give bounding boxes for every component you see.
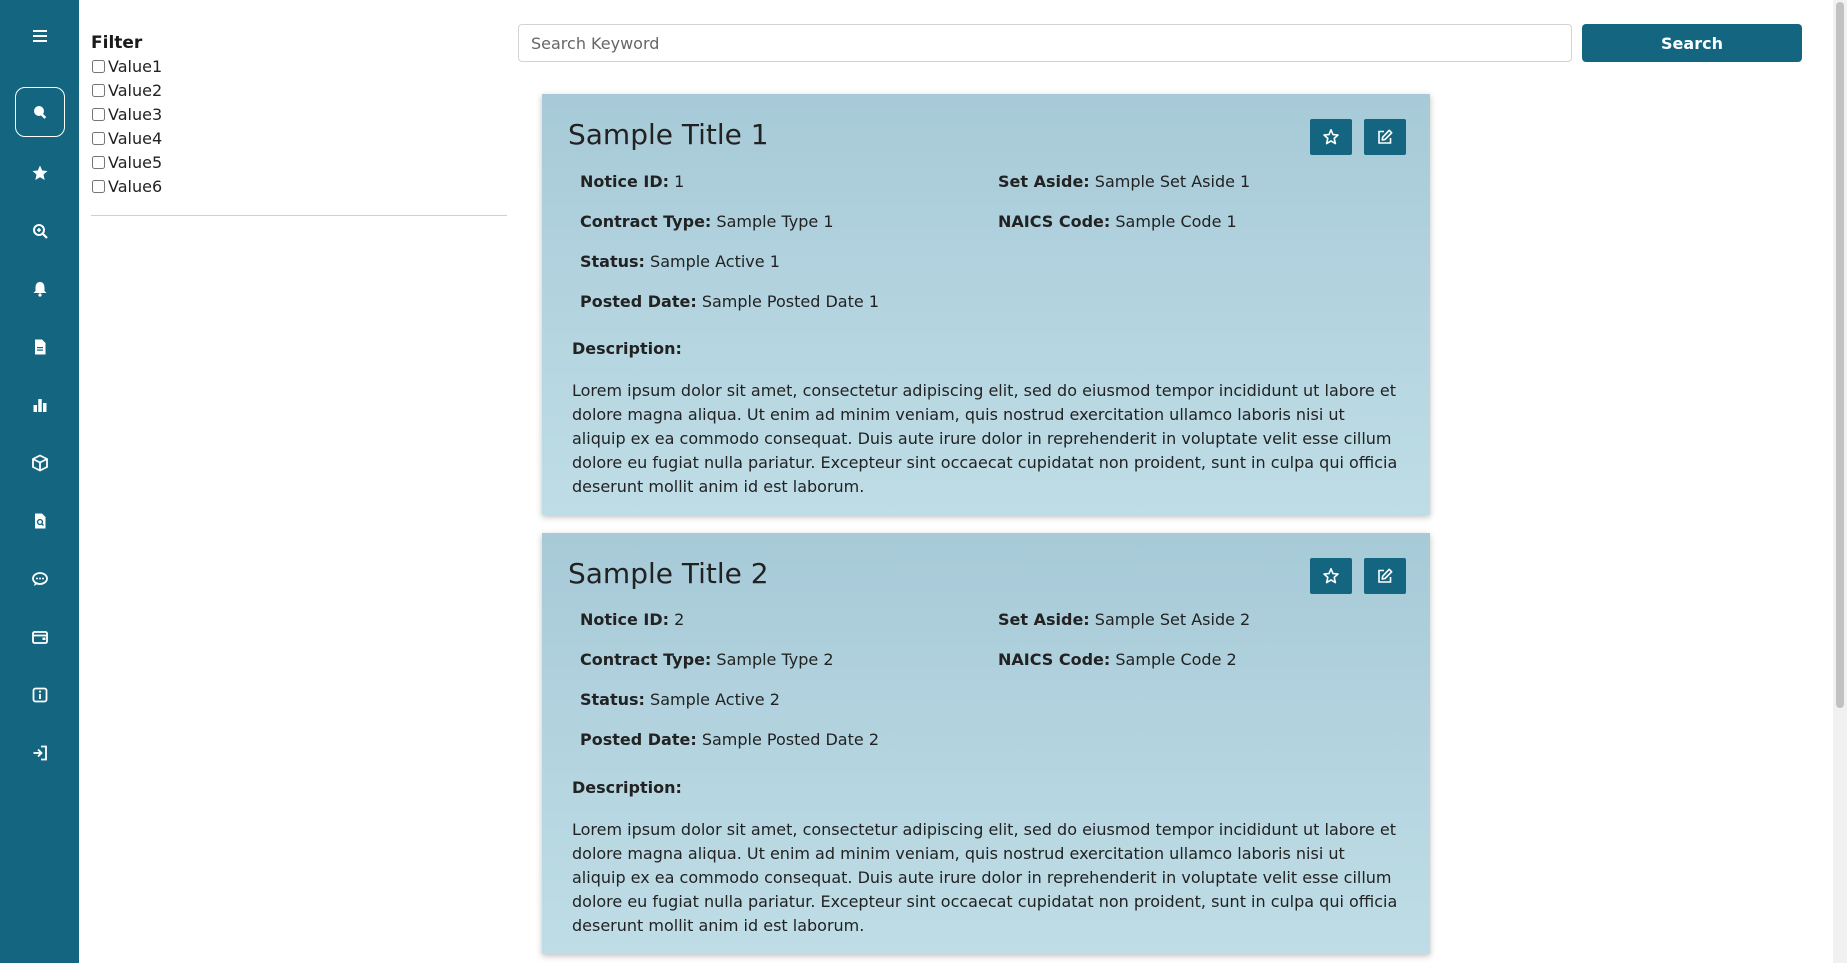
field-value: Sample Set Aside 1 [1094, 172, 1251, 191]
status-field: Status: Sample Active 2 [580, 690, 780, 709]
set-aside-field: Set Aside: Sample Set Aside 2 [998, 610, 1250, 629]
filter-divider [91, 215, 507, 216]
filter-checkbox[interactable] [92, 59, 105, 73]
edit-icon [1378, 568, 1393, 583]
field-value: Sample Type 1 [716, 212, 834, 231]
filter-option-value3[interactable]: Value3 [91, 102, 507, 126]
favorite-button[interactable] [1310, 119, 1352, 155]
field-label: Contract Type: [580, 650, 712, 669]
filter-option-value4[interactable]: Value4 [91, 126, 507, 150]
document-icon[interactable] [15, 322, 65, 372]
field-value: Sample Code 1 [1115, 212, 1237, 231]
card-title: Sample Title 2 [568, 557, 769, 590]
filter-checkbox[interactable] [92, 83, 105, 97]
favorite-button[interactable] [1310, 558, 1352, 594]
filter-option-value6[interactable]: Value6 [91, 174, 507, 198]
sidebar [0, 0, 79, 963]
search-plus-icon[interactable] [15, 206, 65, 256]
field-label: Contract Type: [580, 212, 712, 231]
filter-checkbox[interactable] [92, 179, 105, 193]
filter-option-value1[interactable]: Value1 [91, 54, 507, 78]
chat-icon[interactable] [15, 554, 65, 604]
description-label: Description: [572, 778, 682, 797]
field-label: Set Aside: [998, 610, 1090, 629]
field-value: Sample Posted Date 2 [701, 730, 879, 749]
description-label: Description: [572, 339, 682, 358]
wallet-icon[interactable] [15, 612, 65, 662]
field-label: Set Aside: [998, 172, 1090, 191]
filter-panel: Filter Value1 Value2 Value3 Value4 Value… [91, 32, 507, 198]
bell-icon[interactable] [15, 264, 65, 314]
search-button[interactable]: Search [1582, 24, 1802, 62]
field-label: NAICS Code: [998, 650, 1111, 669]
card-title: Sample Title 1 [568, 118, 769, 151]
contract-type-field: Contract Type: Sample Type 2 [580, 650, 834, 669]
search-icon[interactable] [15, 87, 65, 137]
field-value: Sample Posted Date 1 [701, 292, 879, 311]
posted-date-field: Posted Date: Sample Posted Date 2 [580, 730, 879, 749]
filter-checkbox[interactable] [92, 107, 105, 121]
field-label: NAICS Code: [998, 212, 1111, 231]
filter-option-label: Value4 [108, 128, 163, 148]
field-label: Status: [580, 690, 645, 709]
field-value: 2 [674, 610, 685, 629]
result-card: Sample Title 2 Notice ID: 2 Set Aside: S… [542, 533, 1430, 954]
set-aside-field: Set Aside: Sample Set Aside 1 [998, 172, 1250, 191]
edit-icon [1378, 129, 1393, 144]
filter-option-label: Value6 [108, 176, 163, 196]
field-label: Status: [580, 252, 645, 271]
field-value: Sample Set Aside 2 [1094, 610, 1251, 629]
search-input[interactable] [518, 24, 1572, 62]
contract-type-field: Contract Type: Sample Type 1 [580, 212, 834, 231]
field-value: 1 [674, 172, 685, 191]
star-outline-icon [1323, 567, 1339, 584]
field-value: Sample Code 2 [1115, 650, 1237, 669]
scrollbar[interactable] [1833, 0, 1847, 963]
menu-icon[interactable] [15, 11, 65, 61]
description-text: Lorem ipsum dolor sit amet, consectetur … [572, 381, 1398, 496]
notice-id-field: Notice ID: 1 [580, 172, 684, 191]
field-value: Sample Active 2 [650, 690, 780, 709]
field-value: Sample Active 1 [650, 252, 780, 271]
field-label: Posted Date: [580, 730, 697, 749]
scrollbar-thumb[interactable] [1836, 2, 1844, 708]
naics-code-field: NAICS Code: Sample Code 2 [998, 650, 1237, 669]
notice-id-field: Notice ID: 2 [580, 610, 684, 629]
filter-title: Filter [91, 33, 143, 53]
field-label: Posted Date: [580, 292, 697, 311]
description-text: Lorem ipsum dolor sit amet, consectetur … [572, 820, 1398, 935]
filter-option-label: Value5 [108, 152, 163, 172]
bar-chart-icon[interactable] [15, 380, 65, 430]
result-card: Sample Title 1 Notice ID: 1 Set Aside: S… [542, 94, 1430, 515]
field-label: Notice ID: [580, 610, 670, 629]
file-search-icon[interactable] [15, 496, 65, 546]
sign-out-icon[interactable] [15, 728, 65, 778]
status-field: Status: Sample Active 1 [580, 252, 780, 271]
info-icon[interactable] [15, 670, 65, 720]
field-value: Sample Type 2 [716, 650, 834, 669]
filter-option-label: Value2 [108, 80, 163, 100]
edit-button[interactable] [1364, 558, 1406, 594]
posted-date-field: Posted Date: Sample Posted Date 1 [580, 292, 879, 311]
filter-checkbox[interactable] [92, 155, 105, 169]
naics-code-field: NAICS Code: Sample Code 1 [998, 212, 1237, 231]
star-outline-icon [1323, 128, 1339, 145]
filter-option-value2[interactable]: Value2 [91, 78, 507, 102]
star-icon[interactable] [15, 148, 65, 198]
filter-checkbox[interactable] [92, 131, 105, 145]
filter-option-label: Value3 [108, 104, 163, 124]
filter-option-label: Value1 [108, 56, 163, 76]
edit-button[interactable] [1364, 119, 1406, 155]
field-label: Notice ID: [580, 172, 670, 191]
filter-option-value5[interactable]: Value5 [91, 150, 507, 174]
cube-icon[interactable] [15, 438, 65, 488]
